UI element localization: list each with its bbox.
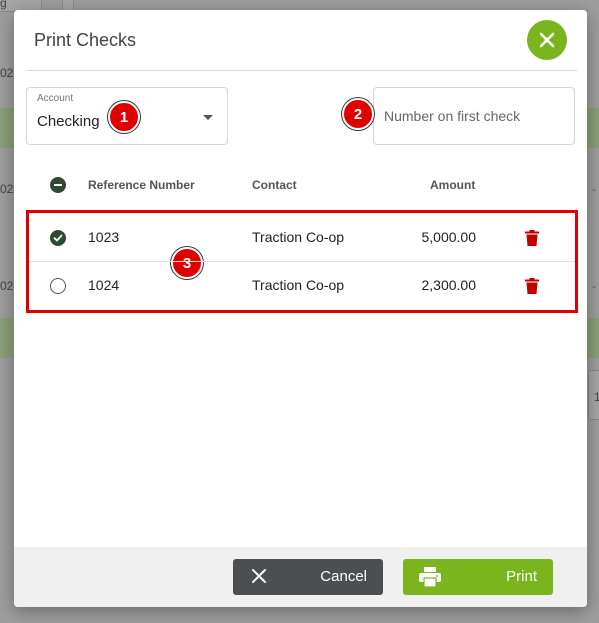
background-value: -	[592, 279, 596, 293]
select-all-toggle[interactable]	[50, 177, 66, 193]
first-check-number-input[interactable]	[373, 87, 575, 145]
background-text: 02	[0, 66, 14, 80]
column-header-amount[interactable]: Amount	[430, 178, 475, 192]
close-icon	[539, 32, 555, 48]
background-text: g	[0, 0, 7, 10]
print-checks-dialog: Print Checks Account Checking 1 2 3 Refe…	[14, 10, 587, 607]
print-button[interactable]: Print	[403, 559, 553, 595]
column-header-contact[interactable]: Contact	[252, 178, 297, 192]
minus-circle-icon	[54, 184, 62, 186]
dialog-header: Print Checks	[14, 10, 587, 71]
x-icon	[252, 569, 266, 583]
background-text: 1	[594, 390, 599, 404]
chevron-down-icon	[203, 115, 213, 120]
cancel-button[interactable]: Cancel	[233, 559, 383, 595]
column-header-reference[interactable]: Reference Number	[88, 178, 195, 192]
printer-icon	[419, 567, 441, 587]
print-button-label: Print	[506, 568, 537, 585]
background-value: -	[592, 182, 596, 196]
dialog-footer: Cancel Print	[14, 547, 587, 607]
account-label: Account	[37, 93, 74, 104]
cancel-button-label: Cancel	[320, 568, 367, 585]
account-value: Checking	[37, 113, 100, 130]
annotation-marker: 2	[342, 98, 374, 130]
close-button[interactable]	[527, 20, 567, 60]
header-divider	[26, 70, 577, 71]
annotation-marker: 1	[108, 101, 140, 133]
dialog-title: Print Checks	[34, 30, 137, 50]
rows-highlight-box	[26, 210, 578, 313]
